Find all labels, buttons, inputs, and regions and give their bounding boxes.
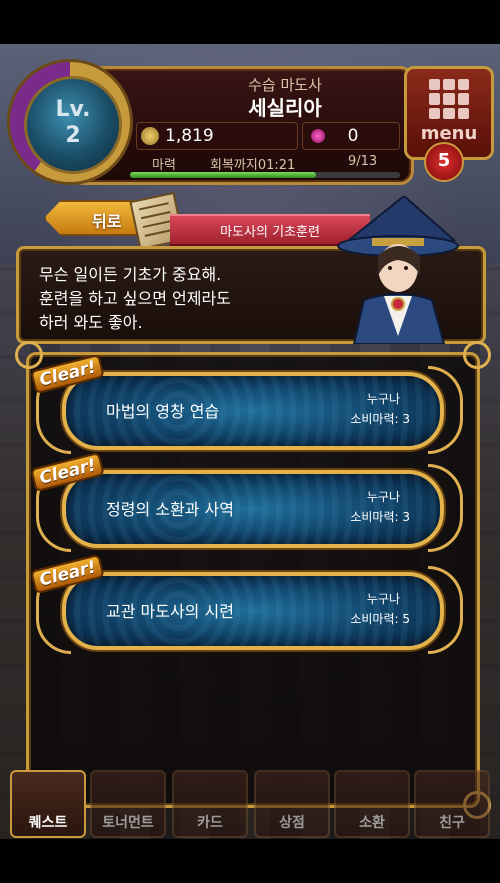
quest-eligibility: 누구나 xyxy=(366,592,400,606)
mana-bar xyxy=(130,172,400,178)
gem-value: 0 xyxy=(347,126,359,146)
gold-counter: 1,819 xyxy=(136,122,298,150)
dialog-line-2: 훈련을 하고 싶으면 언제라도 xyxy=(39,289,231,308)
nav-quest[interactable]: 퀘스트 xyxy=(10,770,86,838)
nav-friend[interactable]: 친구 xyxy=(414,770,490,838)
dialog-line-1: 무슨 일이든 기초가 중요해. xyxy=(39,265,222,284)
quest-eligibility: 누구나 xyxy=(366,490,400,504)
player-hud: Lv. 2 수습 마도사 세실리아 1,819 0 마력 회복까지01:21 9… xyxy=(10,62,414,187)
nav-summon[interactable]: 소환 xyxy=(334,770,410,838)
nav-label: 상점 xyxy=(279,815,305,831)
quest-eligibility: 누구나 xyxy=(366,392,400,406)
game-screen: Lv. 2 수습 마도사 세실리아 1,819 0 마력 회복까지01:21 9… xyxy=(0,44,500,839)
level-label: Lv. xyxy=(55,97,91,122)
mana-recover-timer: 회복까지01:21 xyxy=(210,158,296,173)
coin-icon xyxy=(141,127,159,145)
quest-name: 교관 마도사의 시련 xyxy=(106,602,234,621)
dialog-line-3: 하러 와도 좋아. xyxy=(39,313,143,332)
gold-value: 1,819 xyxy=(165,126,214,146)
gem-counter: 0 xyxy=(302,122,400,150)
nav-shop[interactable]: 상점 xyxy=(254,770,330,838)
mana-bar-fill xyxy=(130,172,317,178)
quest-item-1[interactable]: 마법의 영창 연습 누구나 소비마력: 3 xyxy=(62,372,444,450)
nav-label: 퀘스트 xyxy=(28,815,68,831)
quest-mana-cost: 소비마력: 3 xyxy=(350,510,410,524)
quest-item-3[interactable]: 교관 마도사의 시련 누구나 소비마력: 5 xyxy=(62,572,444,650)
menu-grid-icon xyxy=(429,79,469,119)
player-name: 세실리아 xyxy=(248,96,322,120)
bottom-nav: 퀘스트 토너먼트 카드 상점 소환 친구 xyxy=(0,762,500,839)
menu-notification-badge: 5 xyxy=(424,142,464,182)
back-label: 뒤로 xyxy=(92,212,122,231)
quest-name: 정령의 소환과 사역 xyxy=(106,500,234,519)
level-ring: Lv. 2 xyxy=(10,62,130,182)
menu-label: menu xyxy=(420,123,478,144)
panel-ornament xyxy=(463,341,491,369)
panel-ornament xyxy=(15,341,43,369)
mana-label: 마력 xyxy=(152,158,176,173)
quest-name: 마법의 영창 연습 xyxy=(106,402,220,421)
nav-label: 소환 xyxy=(359,815,385,831)
nav-label: 토너먼트 xyxy=(102,815,154,831)
npc-portrait xyxy=(337,196,459,344)
currency-row: 1,819 0 xyxy=(136,122,400,150)
nav-label: 친구 xyxy=(439,815,465,831)
quest-mana-cost: 소비마력: 5 xyxy=(350,612,410,626)
quest-mana-cost: 소비마력: 3 xyxy=(350,412,410,426)
level-orb: Lv. 2 xyxy=(24,76,122,174)
nav-card[interactable]: 카드 xyxy=(172,770,248,838)
mana-count: 9/13 xyxy=(348,154,378,169)
nav-tournament[interactable]: 토너먼트 xyxy=(90,770,166,838)
quest-item-2[interactable]: 정령의 소환과 사역 누구나 소비마력: 3 xyxy=(62,470,444,548)
nav-label: 카드 xyxy=(197,815,223,831)
level-value: 2 xyxy=(65,123,81,148)
